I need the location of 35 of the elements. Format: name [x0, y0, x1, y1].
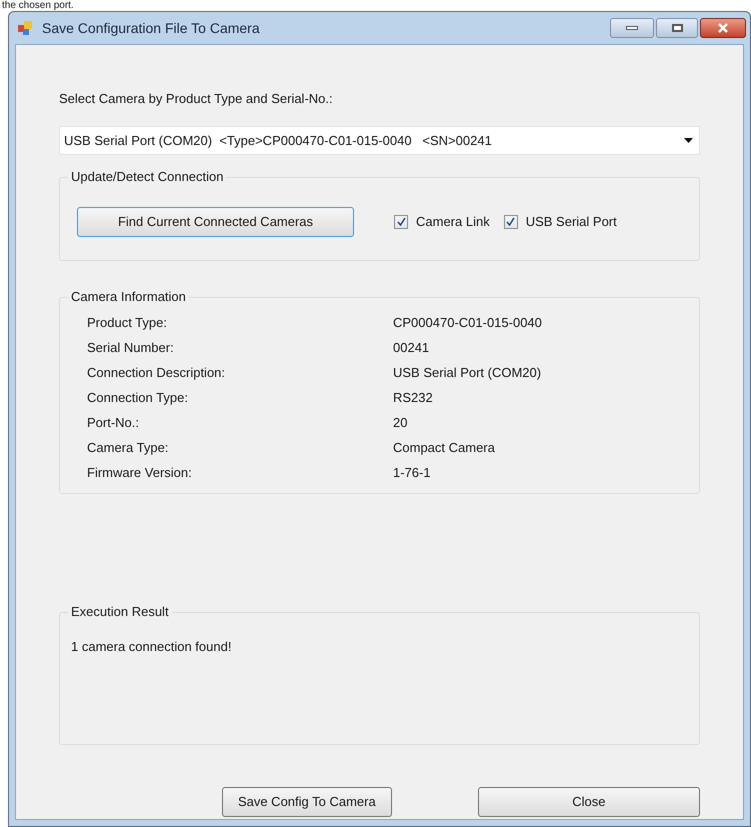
camera-select-label: Select Camera by Product Type and Serial-No.: — [59, 91, 334, 107]
caption-text: the chosen port. — [1, 0, 75, 11]
info-value: 20 — [393, 414, 408, 432]
close-icon — [717, 23, 729, 33]
info-value: 1-76-1 — [393, 464, 431, 482]
info-value: RS232 — [393, 388, 433, 407]
checkbox-label: Camera Link — [416, 212, 490, 231]
check-icon — [506, 217, 516, 226]
info-label: Port-No.: — [87, 414, 140, 432]
app-icon — [18, 20, 34, 36]
info-label: Connection Type: — [87, 388, 189, 407]
info-label: Connection Description: — [87, 364, 226, 382]
dropdown-caret-icon — [684, 138, 693, 143]
dialog-button[interactable]: Close — [478, 787, 700, 817]
info-label: Serial Number: — [87, 338, 175, 357]
info-value: CP000470-C01-015-0040 — [393, 314, 542, 332]
maximize-button[interactable] — [656, 18, 698, 38]
camera-dropdown[interactable]: USB Serial Port (COM20) <Type>CP000470-C01-015-0040 <SN>00241 — [59, 126, 700, 155]
minimize-button[interactable] — [610, 18, 654, 38]
checkbox-label: USB Serial Port — [526, 212, 617, 231]
group-title: Update/Detect Connection — [68, 169, 226, 185]
check-icon — [396, 217, 406, 226]
info-label: Product Type: — [87, 314, 168, 332]
info-label: Camera Type: — [87, 438, 170, 457]
dialog-button[interactable]: Save Config To Camera — [222, 787, 392, 817]
checkbox[interactable] — [394, 214, 408, 228]
info-value: 00241 — [393, 338, 430, 357]
window-title: Save Configuration File To Camera — [42, 18, 260, 38]
checkbox[interactable] — [504, 214, 518, 228]
info-value: USB Serial Port (COM20) — [393, 364, 542, 382]
result-text: 1 camera connection found! — [71, 639, 232, 654]
find-cameras-button[interactable]: Find Current Connected Cameras — [77, 206, 354, 236]
info-value: Compact Camera — [393, 438, 495, 457]
info-label: Firmware Version: — [87, 464, 193, 482]
close-window-button[interactable] — [700, 18, 746, 38]
